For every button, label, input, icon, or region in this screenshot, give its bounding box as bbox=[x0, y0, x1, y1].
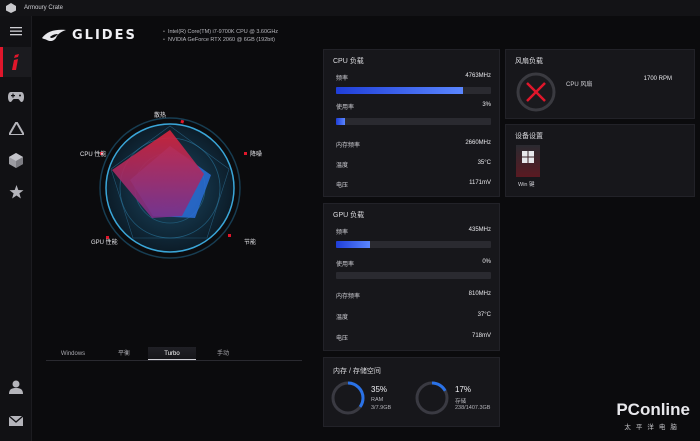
system-info: Intel(R) Core(TM) i7-9700K CPU @ 3.60GHz… bbox=[163, 28, 278, 44]
gpu-usage-bar bbox=[336, 272, 491, 279]
cpu-panel-title: CPU 负载 bbox=[333, 58, 364, 65]
cpu-voltage-label: 电压 bbox=[336, 183, 349, 189]
fan-panel-title: 风扇负载 bbox=[515, 58, 543, 65]
sidebar-item-aura[interactable] bbox=[0, 113, 32, 143]
gpu-info: NVIDIA GeForce RTX 2060 @ 6GB (192bit) bbox=[163, 36, 278, 44]
cpu-frequency-bar bbox=[336, 87, 491, 94]
cpu-frequency-value: 4763MHz bbox=[465, 73, 491, 79]
storage-gauge bbox=[415, 381, 449, 415]
mail-icon bbox=[9, 416, 23, 426]
sidebar-item-home[interactable] bbox=[0, 47, 32, 77]
memory-panel-title: 内存 / 存储空间 bbox=[333, 368, 381, 375]
cpu-fan-label: CPU 风扇 bbox=[566, 82, 593, 88]
cpu-temperature-value: 35°C bbox=[477, 160, 491, 166]
gpu-temperature-label: 温度 bbox=[336, 315, 349, 321]
storage-label: 存储 bbox=[455, 399, 467, 405]
pconline-watermark: PConline 太平洋电脑 bbox=[616, 400, 690, 431]
hamburger-menu-icon bbox=[10, 27, 22, 36]
gpu-usage-label: 使用率 bbox=[336, 262, 355, 268]
ram-percent: 35% bbox=[371, 385, 388, 394]
gpu-memory-frequency-value: 810MHz bbox=[468, 291, 491, 297]
hamburger-menu-button[interactable] bbox=[0, 16, 32, 46]
sidebar-item-gamepad[interactable] bbox=[0, 81, 32, 111]
sidebar-item-device[interactable] bbox=[0, 145, 32, 175]
gpu-frequency-label: 频率 bbox=[336, 230, 349, 236]
memory-storage-panel: 内存 / 存储空间 35% RAM 3/7.9GB 17% 存储 238/140… bbox=[323, 357, 500, 427]
storage-detail: 238/1407.3GB bbox=[455, 405, 491, 411]
tab-turbo[interactable]: Turbo bbox=[148, 347, 196, 360]
gpu-frequency-value: 435MHz bbox=[468, 227, 491, 233]
cube-icon bbox=[9, 152, 23, 168]
triangle-icon bbox=[8, 121, 24, 135]
mode-tabs: Windows 平衡 Turbo 手动 bbox=[46, 347, 302, 361]
sidebar-item-user[interactable] bbox=[0, 372, 32, 402]
gpu-load-panel: GPU 负载 频率 435MHz 使用率 0% 内存频率 810MHz 温度 3… bbox=[323, 203, 500, 351]
fan-icon bbox=[516, 72, 556, 112]
device-panel-title: 设备设置 bbox=[515, 133, 543, 140]
cpu-usage-label: 使用率 bbox=[336, 105, 355, 111]
brand-logo-text: GLIDES bbox=[72, 28, 137, 43]
sidebar bbox=[0, 16, 32, 441]
gamepad-icon bbox=[8, 91, 24, 102]
sidebar-item-mail[interactable] bbox=[0, 406, 32, 436]
cpu-usage-bar bbox=[336, 118, 491, 125]
sidebar-item-favorites[interactable] bbox=[0, 177, 32, 207]
gpu-temperature-value: 37°C bbox=[477, 312, 491, 318]
cpu-load-panel: CPU 负载 频率 4763MHz 使用率 3% 内存频率 2660MHz 温度… bbox=[323, 49, 500, 197]
gpu-frequency-bar bbox=[336, 241, 491, 248]
tab-manual[interactable]: 手动 bbox=[196, 347, 250, 360]
tab-balanced[interactable]: 平衡 bbox=[100, 347, 148, 360]
cpu-voltage-value: 1171mV bbox=[469, 180, 491, 186]
cpu-info: Intel(R) Core(TM) i7-9700K CPU @ 3.60GHz bbox=[163, 28, 278, 36]
device-settings-panel: 设备设置 Win 键 bbox=[505, 124, 695, 197]
star-icon bbox=[9, 185, 23, 199]
watermark-main: PConline bbox=[616, 400, 690, 419]
cpu-fan-value: 1700 RPM bbox=[643, 76, 672, 82]
title-bar: Armoury Crate bbox=[0, 0, 700, 16]
gpu-usage-value: 0% bbox=[482, 259, 491, 265]
windows-icon bbox=[522, 151, 534, 163]
win-key-label: Win 键 bbox=[518, 182, 535, 188]
user-icon bbox=[9, 380, 23, 394]
cpu-frequency-label: 频率 bbox=[336, 76, 349, 82]
radar-label-gpu-performance: GPU 性能 bbox=[91, 240, 118, 246]
cpu-memory-frequency-label: 内存频率 bbox=[336, 143, 361, 149]
radar-label-cooling: 散热 bbox=[154, 113, 167, 119]
tab-windows[interactable]: Windows bbox=[46, 347, 100, 360]
rog-i-icon bbox=[12, 54, 19, 70]
rog-eye-icon bbox=[42, 29, 66, 41]
win-key-toggle[interactable] bbox=[516, 145, 540, 177]
gpu-voltage-value: 718mV bbox=[471, 333, 491, 339]
fan-load-panel: 风扇负载 CPU 风扇 1700 RPM bbox=[505, 49, 695, 119]
cpu-memory-frequency-value: 2660MHz bbox=[465, 140, 491, 146]
app-logo-icon bbox=[6, 3, 16, 13]
radar-graphic bbox=[99, 117, 247, 259]
radar-label-cpu-performance: CPU 性能 bbox=[80, 152, 107, 158]
storage-percent: 17% bbox=[455, 385, 472, 394]
gpu-panel-title: GPU 负载 bbox=[333, 212, 365, 219]
ram-detail: 3/7.9GB bbox=[371, 405, 392, 411]
watermark-sub: 太平洋电脑 bbox=[624, 424, 682, 431]
gpu-voltage-label: 电压 bbox=[336, 336, 349, 342]
ram-gauge bbox=[331, 381, 365, 415]
radar-label-power-saving: 节能 bbox=[244, 240, 257, 246]
cpu-usage-value: 3% bbox=[482, 102, 491, 108]
rog-logo: GLIDES bbox=[42, 28, 137, 43]
cpu-temperature-label: 温度 bbox=[336, 163, 349, 169]
gpu-memory-frequency-label: 内存频率 bbox=[336, 294, 361, 300]
radar-label-noise: 降噪 bbox=[250, 152, 263, 158]
window-title: Armoury Crate bbox=[24, 5, 64, 11]
ram-label: RAM bbox=[371, 397, 384, 403]
performance-radar: 散热 降噪 节能 GPU 性能 CPU 性能 bbox=[60, 100, 300, 280]
